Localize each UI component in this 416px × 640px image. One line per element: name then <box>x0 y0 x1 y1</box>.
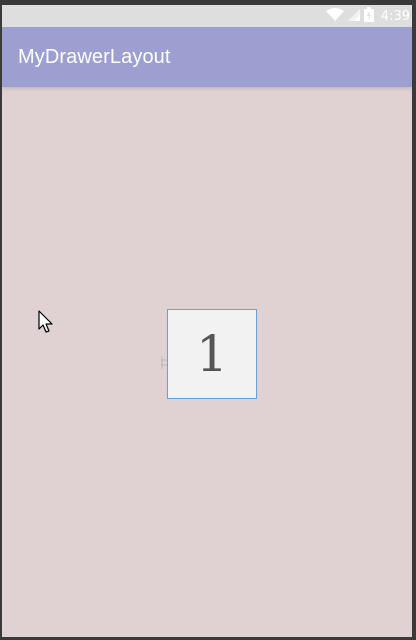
wifi-icon <box>325 7 344 26</box>
app-window: 4:39 MyDrawerLayout 1 <box>2 5 412 637</box>
number-label: 1 <box>196 325 228 383</box>
number-box[interactable]: 1 <box>167 309 257 399</box>
mouse-pointer-icon <box>38 310 54 334</box>
status-time: 4:39 <box>380 8 410 24</box>
status-icons: 4:39 <box>325 5 410 27</box>
battery-icon <box>363 6 374 26</box>
status-bar: 4:39 <box>2 5 412 27</box>
app-title: MyDrawerLayout <box>18 46 171 68</box>
signal-icon <box>347 7 361 26</box>
app-bar: MyDrawerLayout <box>2 27 412 87</box>
